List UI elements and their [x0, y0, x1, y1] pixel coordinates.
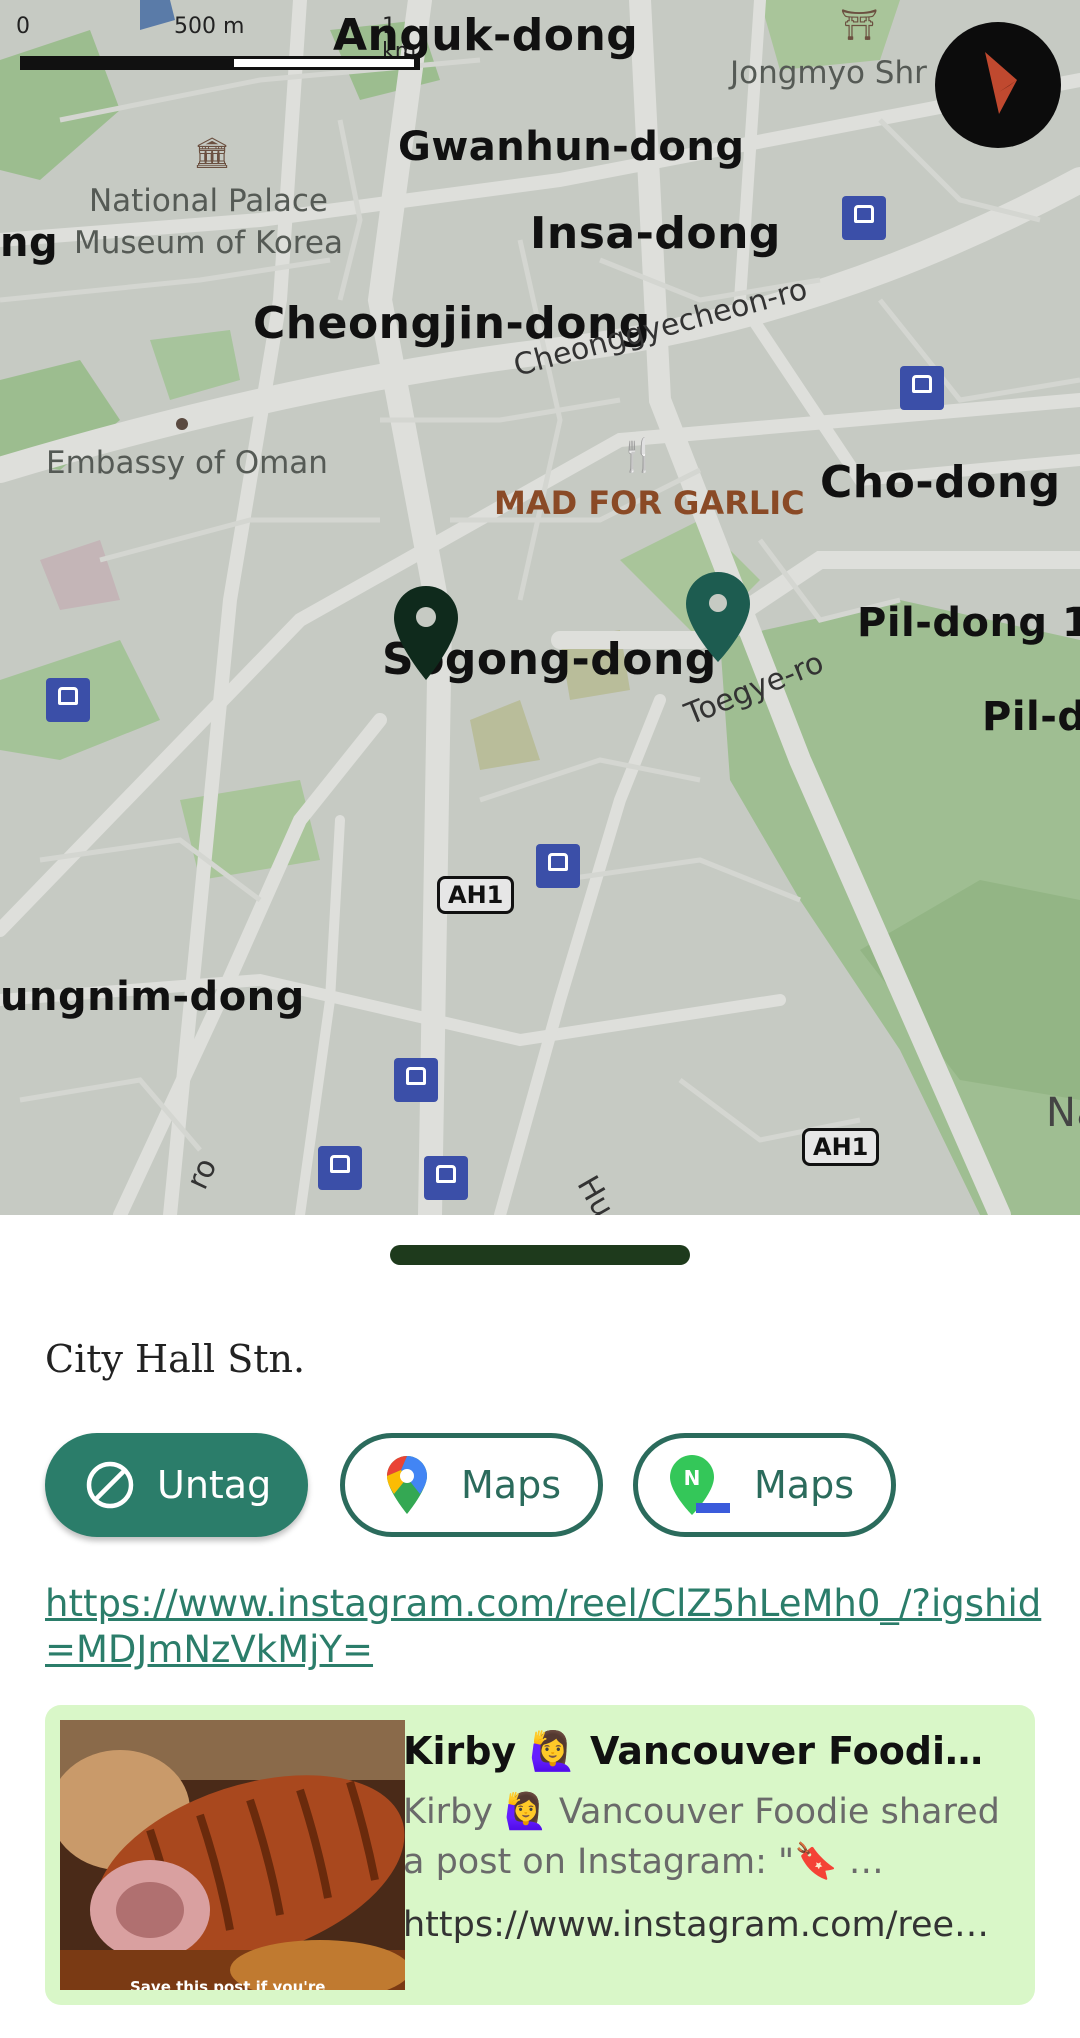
link-preview-thumbnail: Save this post if you're — [60, 1720, 405, 1990]
block-icon — [86, 1461, 134, 1509]
map-label-gwanhun: Gwanhun-dong — [398, 124, 745, 170]
scale-label-zero: 0 — [16, 14, 30, 39]
map-poi-jongmyo: Jongmyo Shr — [730, 55, 927, 91]
map-label-anguk: Anguk-dong — [333, 10, 639, 61]
museum-icon: 🏛 — [193, 136, 232, 171]
metro-station-icon — [394, 1058, 438, 1102]
metro-station-icon — [536, 844, 580, 888]
compass-needle-icon — [985, 52, 1017, 114]
map-label-right-edge: Na — [1046, 1090, 1080, 1136]
naver-maps-button[interactable]: N Maps — [633, 1433, 896, 1537]
highway-shield: AH1 — [802, 1128, 880, 1166]
naver-maps-button-label: Maps — [754, 1463, 854, 1507]
map-poi-museum: National Palace Museum of Korea — [74, 180, 343, 264]
map-label-chungnim: ungnim-dong — [0, 974, 305, 1020]
map-poi-museum-line2: Museum of Korea — [74, 225, 343, 261]
embassy-dot-icon — [176, 418, 188, 430]
scale-label-mid: 500 m — [174, 14, 245, 39]
metro-station-icon — [842, 196, 886, 240]
metro-station-icon — [900, 366, 944, 410]
compass-button[interactable] — [935, 22, 1061, 148]
link-preview-card[interactable]: Save this post if you're Kirby 🙋‍♀️ Vanc… — [45, 1705, 1035, 2005]
map-pin-teal[interactable] — [686, 572, 750, 662]
temple-icon: ⛩ — [840, 8, 879, 43]
map-label-pil1: Pil-dong 1-g — [857, 600, 1080, 646]
metro-station-icon — [424, 1156, 468, 1200]
sheet-drag-handle[interactable] — [390, 1245, 690, 1265]
map-label-left-edge: ng — [0, 220, 59, 266]
highway-shield: AH1 — [437, 876, 515, 914]
map-label-pil: Pil-do — [982, 694, 1080, 740]
instagram-link[interactable]: https://www.instagram.com/reel/ClZ5hLeMh… — [45, 1581, 1045, 1673]
thumbnail-caption: Save this post if you're — [130, 1978, 326, 1990]
untag-button-label: Untag — [157, 1463, 272, 1507]
untag-button[interactable]: Untag — [45, 1433, 308, 1537]
google-maps-button-label: Maps — [461, 1463, 561, 1507]
place-bottom-sheet: City Hall Stn. Untag Maps N Maps https:/… — [0, 1215, 1080, 2038]
link-preview-url: https://www.instagram.com/ree… — [403, 1905, 990, 1945]
map-poi-embassy: Embassy of Oman — [46, 445, 328, 481]
metro-station-icon — [318, 1146, 362, 1190]
place-name: City Hall Stn. — [45, 1337, 306, 1381]
map-view[interactable]: 0 500 m 1 km Anguk-dong Gwanhun-dong Ins… — [0, 0, 1080, 1215]
food-photo-image — [60, 1720, 405, 1990]
link-preview-description: Kirby 🙋‍♀️ Vancouver Foodie shared a pos… — [403, 1792, 1000, 1882]
map-label-cho: Cho-dong — [820, 457, 1061, 508]
map-pin-dark[interactable] — [394, 586, 458, 680]
map-label-insa: Insa-dong — [530, 208, 781, 259]
restaurant-fork-knife-icon: 🍴 — [618, 436, 658, 474]
svg-text:N: N — [684, 1466, 701, 1490]
link-preview-title: Kirby 🙋‍♀️ Vancouver Foodie on In… — [403, 1729, 1003, 1773]
google-maps-pin-icon — [387, 1456, 427, 1514]
metro-station-icon — [46, 678, 90, 722]
map-poi-museum-line1: National Palace — [88, 183, 328, 219]
google-maps-button[interactable]: Maps — [340, 1433, 603, 1537]
naver-maps-icon: N — [670, 1455, 730, 1515]
map-poi-restaurant: MAD FOR GARLIC — [494, 484, 805, 522]
